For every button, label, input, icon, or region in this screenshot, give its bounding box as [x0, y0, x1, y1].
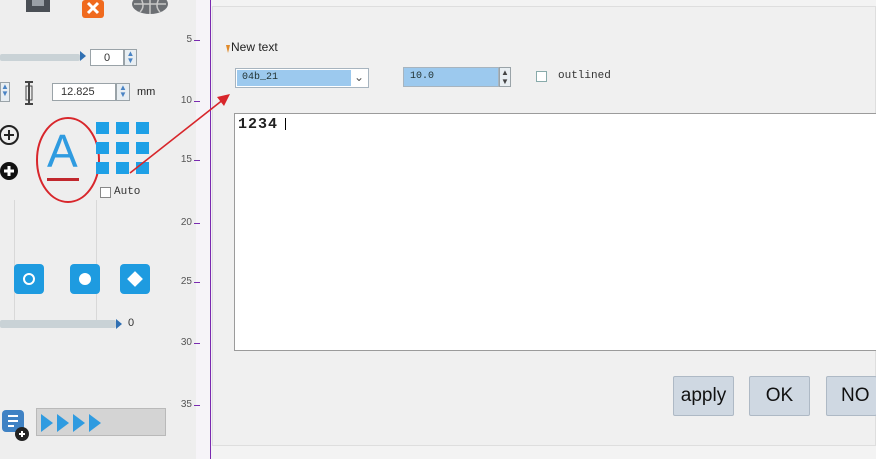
- ruler-label: 30: [180, 337, 192, 348]
- ruler-tick: [194, 40, 200, 41]
- chevron-down-icon: ⌄: [353, 70, 364, 84]
- progress-arrows-icon: [41, 414, 101, 432]
- slider-track-2[interactable]: [0, 320, 116, 328]
- ruler-label: 5: [186, 34, 192, 45]
- font-size-spin-button[interactable]: ▲ ▼: [499, 67, 511, 87]
- ruler-tick: [194, 343, 200, 344]
- mode-button-3[interactable]: [120, 264, 150, 294]
- zoom-in-icon[interactable]: [0, 124, 22, 146]
- slider-value: 0: [104, 52, 111, 64]
- dialog-title: New text: [231, 40, 278, 54]
- ruler-label: 20: [180, 217, 192, 228]
- no-button-label: NO: [841, 385, 870, 406]
- slider-thumb-arrow-2[interactable]: [116, 319, 122, 329]
- text-input-area[interactable]: 1234: [234, 113, 876, 351]
- ruler-label: 25: [180, 276, 192, 287]
- text-content: 1234: [238, 116, 279, 133]
- mode-button-2[interactable]: [70, 264, 100, 294]
- tool-panel: 0 ▲ ▼ ▲ ▼ 12.825 ▲ ▼ mm A Auto 0: [0, 0, 196, 459]
- slider-value-2: 0: [128, 317, 135, 329]
- height-field[interactable]: 12.825: [52, 83, 116, 101]
- ok-button-label: OK: [765, 385, 794, 406]
- outlined-checkbox[interactable]: [536, 71, 547, 82]
- annotation-circle: [36, 117, 100, 203]
- slider-thumb-arrow[interactable]: [80, 51, 86, 61]
- font-size-value: 10.0: [410, 71, 435, 82]
- slider-value-field[interactable]: 0: [90, 49, 124, 66]
- ruler-label: 10: [180, 95, 192, 106]
- ok-button[interactable]: OK: [749, 376, 810, 416]
- slider-track[interactable]: [0, 54, 80, 61]
- height-unit-label: mm: [137, 86, 156, 98]
- save-icon[interactable]: [24, 0, 52, 14]
- apply-button[interactable]: apply: [673, 376, 734, 416]
- text-layout-grid-icon[interactable]: [96, 122, 156, 180]
- text-cursor: [285, 118, 286, 130]
- left-spin-button[interactable]: ▲ ▼: [0, 82, 10, 102]
- guide-line: [96, 200, 97, 320]
- ruler-tick: [194, 101, 200, 102]
- ruler-label: 15: [180, 154, 192, 165]
- globe-icon[interactable]: [130, 0, 170, 16]
- height-icon: [22, 80, 36, 106]
- slider-spin-button[interactable]: ▲ ▼: [124, 49, 137, 66]
- height-spin-button[interactable]: ▲ ▼: [116, 83, 130, 101]
- mode-button-1[interactable]: [14, 264, 44, 294]
- font-select-value: 04b_21: [242, 72, 279, 83]
- delete-icon[interactable]: [80, 0, 106, 20]
- no-button[interactable]: NO: [826, 376, 876, 416]
- ruler-tick: [194, 405, 200, 406]
- engrave-icon[interactable]: [2, 408, 32, 442]
- auto-label: Auto: [114, 186, 141, 198]
- guide-line: [14, 200, 15, 320]
- apply-button-label: apply: [680, 385, 727, 406]
- outlined-label: outlined: [558, 70, 611, 82]
- height-value: 12.825: [61, 86, 95, 98]
- vertical-ruler: [196, 0, 211, 459]
- ruler-tick: [194, 282, 200, 283]
- progress-bar: [36, 408, 166, 436]
- ruler-tick: [194, 160, 200, 161]
- text-tool-button[interactable]: A: [34, 114, 102, 206]
- auto-checkbox[interactable]: [100, 187, 111, 198]
- add-icon[interactable]: [0, 160, 22, 182]
- font-select[interactable]: 04b_21 ⌄: [235, 68, 369, 88]
- ruler-label: 35: [180, 399, 192, 410]
- font-size-field[interactable]: 10.0: [403, 67, 499, 87]
- new-text-dialog: New text 04b_21 ⌄ 10.0 ▲ ▼ outlined 1234 …: [212, 6, 876, 446]
- ruler-tick: [194, 223, 200, 224]
